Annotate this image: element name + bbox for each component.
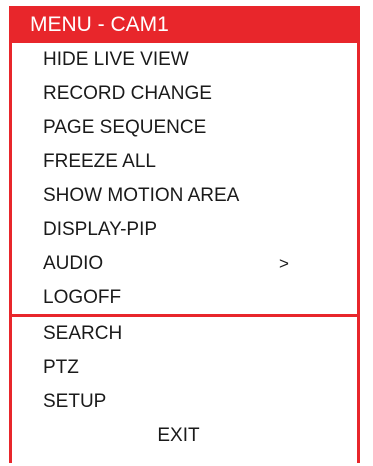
menu-item-label: SEARCH	[43, 323, 123, 344]
menu-item-label: SETUP	[43, 391, 107, 412]
menu-item-label: AUDIO	[43, 253, 104, 274]
menu-item-freeze-all[interactable]: FREEZE ALL	[12, 145, 357, 179]
menu-item-label: RECORD CHANGE	[43, 83, 212, 104]
menu-item-label: EXIT	[157, 425, 200, 446]
menu-item-page-sequence[interactable]: PAGE SEQUENCE	[12, 111, 357, 145]
menu-item-search[interactable]: SEARCH	[12, 317, 357, 351]
menu-lower-section: SEARCH PTZ SETUP EXIT	[12, 317, 357, 466]
menu-item-display-pip[interactable]: DISPLAY-PIP	[12, 213, 357, 247]
camera-context-menu: MENU - CAM1 HIDE LIVE VIEW RECORD CHANGE…	[9, 6, 360, 463]
menu-item-audio[interactable]: AUDIO >	[12, 247, 357, 281]
menu-item-ptz[interactable]: PTZ	[12, 351, 357, 385]
menu-item-label: DISPLAY-PIP	[43, 219, 158, 240]
menu-item-record-change[interactable]: RECORD CHANGE	[12, 77, 357, 111]
menu-item-setup[interactable]: SETUP	[12, 385, 357, 419]
menu-item-logoff[interactable]: LOGOFF	[12, 281, 357, 315]
menu-item-show-motion-area[interactable]: SHOW MOTION AREA	[12, 179, 357, 213]
submenu-arrow-icon: >	[279, 254, 289, 273]
menu-item-label: PTZ	[43, 357, 79, 378]
menu-item-label: PAGE SEQUENCE	[43, 117, 207, 138]
menu-item-label: HIDE LIVE VIEW	[43, 49, 189, 70]
menu-item-label: FREEZE ALL	[43, 151, 156, 172]
menu-item-label: LOGOFF	[43, 287, 122, 308]
menu-item-label: SHOW MOTION AREA	[43, 185, 240, 206]
menu-main-section: HIDE LIVE VIEW RECORD CHANGE PAGE SEQUEN…	[12, 43, 357, 317]
menu-item-hide-live-view[interactable]: HIDE LIVE VIEW	[12, 43, 357, 77]
menu-title: MENU - CAM1	[9, 6, 360, 43]
menu-item-exit[interactable]: EXIT	[12, 419, 357, 453]
